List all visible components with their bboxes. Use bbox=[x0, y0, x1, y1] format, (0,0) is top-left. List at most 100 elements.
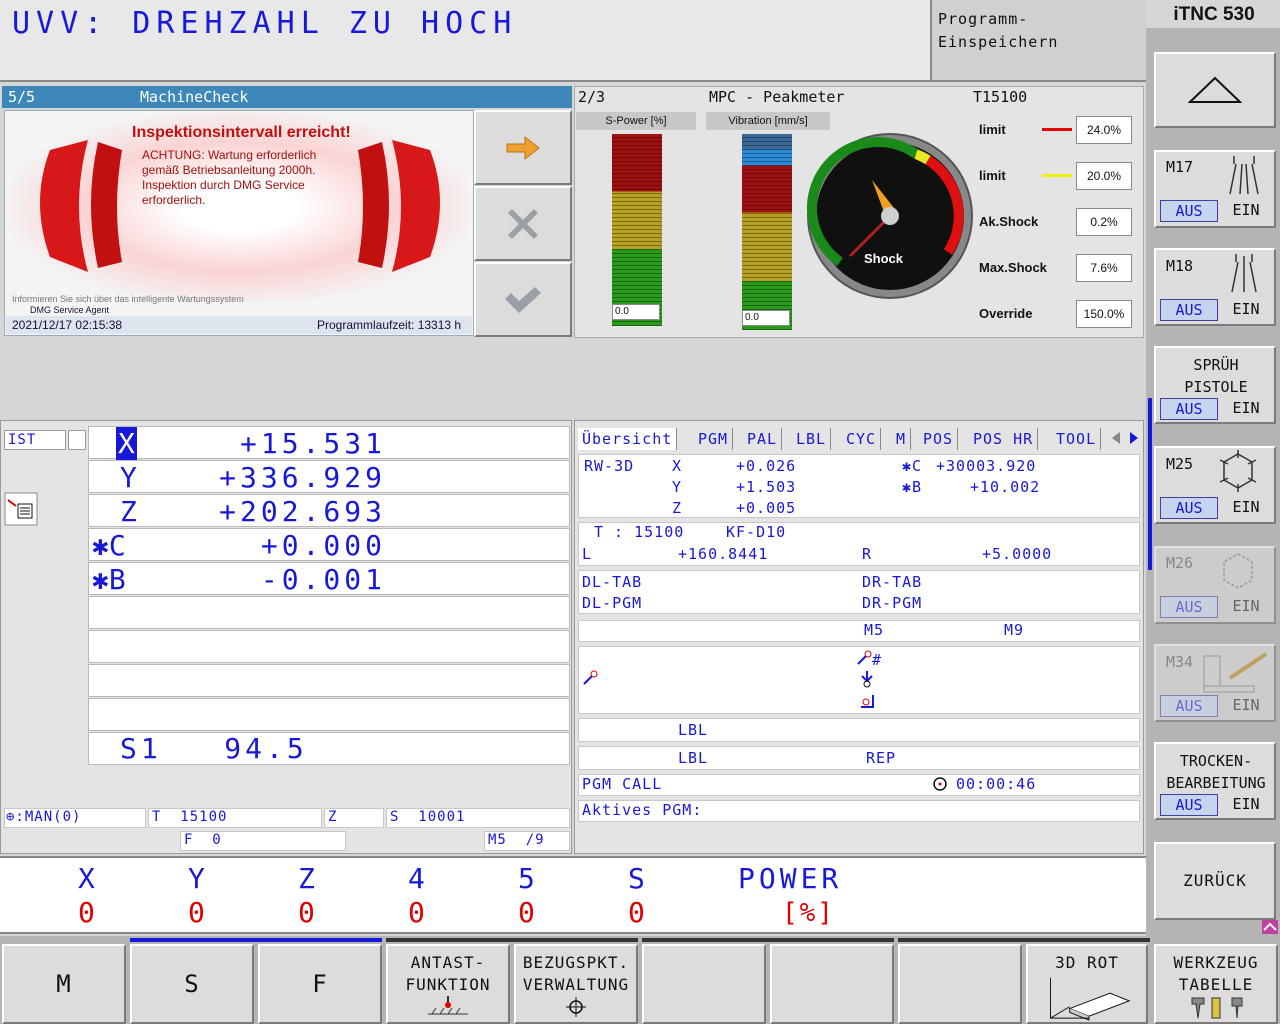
dr-tab: DR-TAB bbox=[862, 573, 923, 591]
peakmeter-tool: T15100 bbox=[973, 88, 1028, 106]
shock-gauge bbox=[807, 133, 973, 299]
status-icon bbox=[1262, 920, 1278, 934]
m17-toggle[interactable]: AUS EIN bbox=[1158, 200, 1268, 222]
cancel-button[interactable] bbox=[474, 186, 572, 261]
m25-toggle[interactable]: AUS EIN bbox=[1158, 497, 1268, 519]
peak-value: 24.0% bbox=[1076, 116, 1132, 144]
tab-lbl[interactable]: LBL bbox=[792, 428, 832, 450]
tool-l-label: L bbox=[582, 545, 593, 563]
peak-label: Override bbox=[979, 306, 1033, 321]
rot-value: +10.002 bbox=[970, 478, 1041, 496]
lbl-section-2 bbox=[578, 746, 1140, 770]
load-value: 0 bbox=[188, 896, 205, 929]
mode-label: Programm- Einspeichern bbox=[938, 10, 1059, 51]
back-label: ZURÜCK bbox=[1183, 871, 1247, 890]
s-softkey[interactable]: S bbox=[130, 944, 254, 1024]
limit-line bbox=[1042, 128, 1072, 131]
empty-row bbox=[88, 698, 570, 731]
tab-pgm[interactable]: PGM bbox=[694, 428, 734, 450]
back-softkey[interactable]: ZURÜCK bbox=[1154, 842, 1276, 920]
axis-value: +336.929 bbox=[219, 461, 386, 494]
rot3d-softkey[interactable]: 3D ROT bbox=[1026, 944, 1148, 1024]
softkey-group-line-3 bbox=[642, 938, 894, 942]
limit-line bbox=[1042, 174, 1072, 177]
spray-toggle[interactable]: AUS EIN bbox=[1158, 398, 1268, 420]
m18-toggle[interactable]: AUS EIN bbox=[1158, 299, 1268, 321]
tab-prev-icon[interactable] bbox=[1110, 431, 1122, 445]
axis-name: ✱B bbox=[92, 563, 126, 596]
rw-axis: X bbox=[672, 457, 683, 475]
tab-pos-hr[interactable]: POS HR bbox=[969, 428, 1039, 450]
tab-tool[interactable]: TOOL bbox=[1052, 428, 1102, 450]
footer-info: Informieren Sie sich über das intelligen… bbox=[12, 294, 244, 304]
m34-toggle[interactable]: AUS EIN bbox=[1158, 695, 1268, 717]
pgm-call-label: PGM CALL bbox=[582, 775, 663, 793]
next-button[interactable] bbox=[474, 110, 572, 185]
status-mfunc: M5 /9 bbox=[488, 832, 545, 848]
tool-name: KF-D10 bbox=[726, 523, 787, 541]
probe-softkey[interactable]: ANTAST- FUNKTION bbox=[386, 944, 510, 1024]
m26-label: M26 bbox=[1166, 554, 1194, 572]
s-label: S bbox=[184, 970, 200, 998]
tooltable-label: WERKZEUG TABELLE bbox=[1173, 953, 1259, 994]
gauge-label: Shock bbox=[864, 251, 904, 266]
arrow-right-icon bbox=[506, 135, 540, 160]
coolant-through-icon bbox=[1231, 254, 1257, 293]
tab-next-icon[interactable] bbox=[1128, 431, 1140, 445]
probe-down-icon bbox=[861, 671, 873, 688]
tab-pos[interactable]: POS bbox=[919, 428, 959, 450]
inspection-body: ACHTUNG: Wartung erforderlich gemäß Betr… bbox=[142, 148, 317, 207]
lbl-section-1 bbox=[578, 718, 1140, 742]
axis-name: ✱C bbox=[92, 529, 126, 562]
error-message: UVV: DREHZAHL ZU HOCH bbox=[12, 6, 518, 41]
lbl-label-1: LBL bbox=[678, 721, 709, 739]
tooltable-softkey[interactable]: WERKZEUG TABELLE bbox=[1154, 944, 1278, 1024]
spower-bar bbox=[612, 134, 662, 326]
vibration-label: Vibration [mm/s] bbox=[706, 112, 830, 130]
load-value: 0 bbox=[298, 896, 315, 929]
empty-softkey-7[interactable] bbox=[770, 944, 894, 1024]
mode-ist: IST bbox=[8, 432, 37, 448]
tab-cyc[interactable]: CYC bbox=[842, 428, 882, 450]
empty-softkey-6[interactable] bbox=[642, 944, 766, 1024]
m-label: M bbox=[56, 970, 72, 998]
probe-angle-icon bbox=[861, 695, 874, 708]
datum-softkey[interactable]: BEZUGSPKT. VERWALTUNG bbox=[514, 944, 638, 1024]
f-label: F bbox=[312, 970, 328, 998]
f-softkey[interactable]: F bbox=[258, 944, 382, 1024]
peakmeter-counter: 2/3 bbox=[578, 88, 606, 106]
m18-label: M18 bbox=[1166, 257, 1194, 275]
peak-label: Ak.Shock bbox=[979, 214, 1039, 229]
empty-softkey-8[interactable] bbox=[898, 944, 1022, 1024]
axis-name: Z bbox=[120, 495, 137, 528]
spindle-value: S1 94.5 bbox=[120, 732, 308, 765]
tab-uebersicht[interactable]: Übersicht bbox=[578, 428, 678, 450]
load-axis: 4 bbox=[408, 862, 425, 895]
tab-pal[interactable]: PAL bbox=[743, 428, 783, 450]
status-man: ⊕:MAN(0) bbox=[6, 809, 82, 825]
machinecheck-title: MachineCheck bbox=[140, 88, 249, 106]
tool-number: T : 15100 bbox=[594, 523, 685, 541]
tab-m[interactable]: M bbox=[892, 428, 912, 450]
m26-toggle[interactable]: AUS EIN bbox=[1158, 596, 1268, 618]
confirm-button[interactable] bbox=[474, 262, 572, 337]
dl-tab: DL-TAB bbox=[582, 573, 643, 591]
peak-value: 0.2% bbox=[1076, 208, 1132, 236]
probe-small-icon bbox=[583, 670, 598, 685]
empty-row bbox=[88, 596, 570, 629]
m-softkey[interactable]: M bbox=[2, 944, 126, 1024]
rot-value: +30003.920 bbox=[936, 457, 1037, 475]
page-up-softkey[interactable] bbox=[1154, 52, 1276, 128]
checkmark-icon bbox=[505, 286, 541, 313]
load-axis: S bbox=[628, 862, 645, 895]
dl-pgm: DL-PGM bbox=[582, 594, 643, 612]
clock-icon bbox=[933, 777, 947, 791]
load-value: 0 bbox=[518, 896, 535, 929]
machinecheck-titlebar bbox=[2, 86, 572, 108]
dry-toggle[interactable]: AUS EIN bbox=[1158, 794, 1268, 816]
rot-axis: ✱B bbox=[902, 478, 923, 496]
dry-label: TROCKEN- BEARBEITUNG bbox=[1166, 752, 1266, 792]
load-value: 0 bbox=[628, 896, 645, 929]
peak-label: limit bbox=[979, 168, 1006, 183]
axis-value: +202.693 bbox=[219, 495, 386, 528]
